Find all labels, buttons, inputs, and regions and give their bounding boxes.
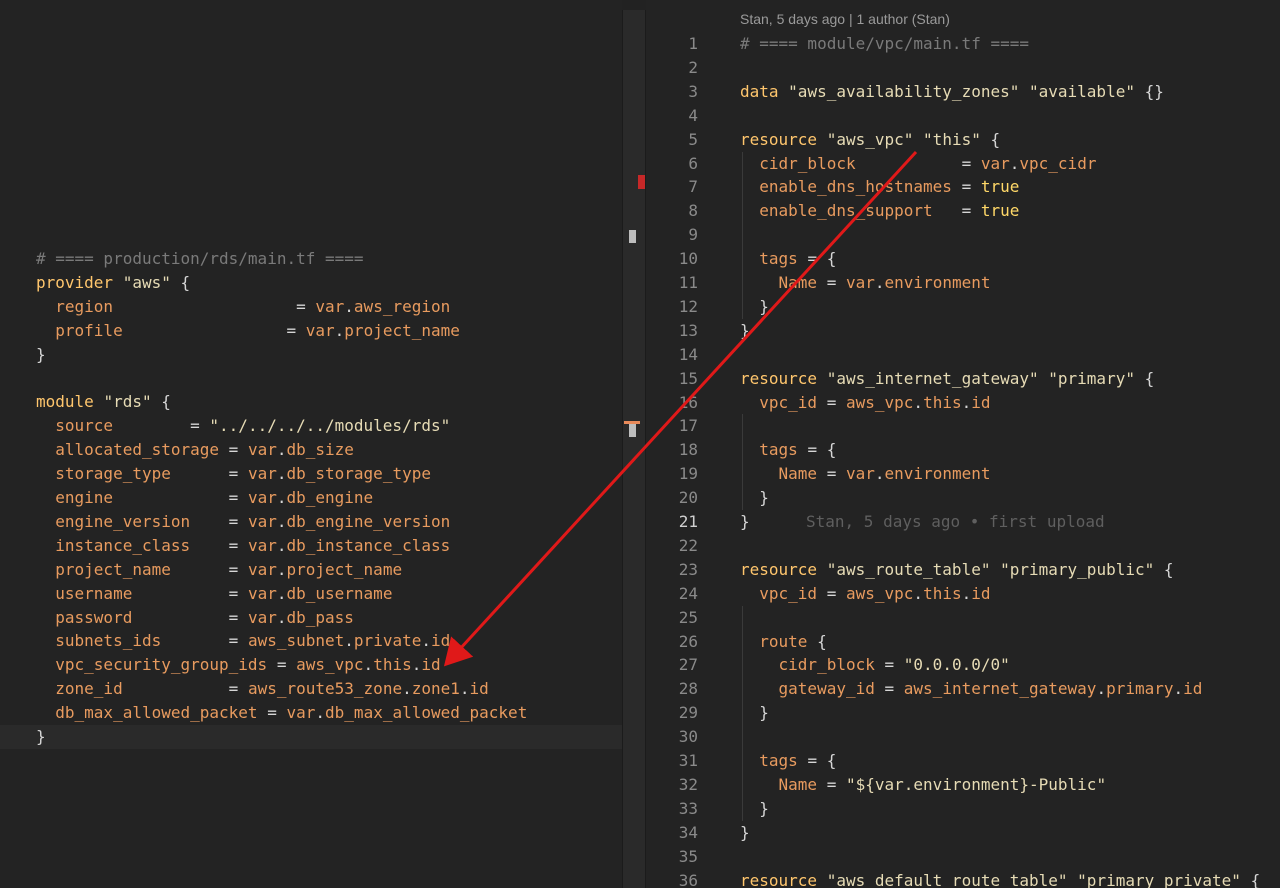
line-number: 11	[678, 273, 698, 292]
right-code-line[interactable]: Name = "${var.environment}-Public"	[740, 773, 1107, 797]
left-code-line[interactable]: project_name = var.project_name	[36, 558, 402, 582]
left-code-line[interactable]: allocated_storage = var.db_size	[36, 438, 354, 462]
line-number: 8	[688, 201, 698, 221]
line-number: 10	[678, 249, 698, 269]
left-code-line[interactable]: }	[36, 343, 46, 367]
right-code-line[interactable]: # ==== module/vpc/main.tf ====	[740, 32, 1029, 56]
indent-guide	[742, 605, 743, 821]
right-code-line[interactable]: route {	[740, 630, 826, 654]
line-number: 7	[688, 177, 698, 197]
right-code-line[interactable]: }	[740, 295, 769, 319]
indent-guide	[742, 414, 743, 510]
right-code-line[interactable]: vpc_id = aws_vpc.this.id	[740, 391, 990, 415]
left-code-line[interactable]: provider "aws" {	[36, 271, 190, 295]
right-code-line[interactable]: tags = {	[740, 438, 836, 462]
line-number: 22	[678, 535, 698, 555]
scroll-marker	[629, 230, 636, 243]
line-number: 15	[678, 368, 698, 388]
line-number: 19	[678, 464, 698, 484]
line-number: 4	[688, 105, 698, 125]
line-number: 3	[688, 81, 698, 101]
line-number: 20	[678, 488, 698, 508]
left-code-line[interactable]: engine_version = var.db_engine_version	[36, 510, 450, 534]
line-number: 6	[688, 153, 698, 173]
right-code-line[interactable]: tags = {	[740, 749, 836, 773]
right-code-line[interactable]: resource "aws_internet_gateway" "primary…	[740, 367, 1154, 391]
line-number: 36	[678, 870, 698, 888]
line-number: 30	[678, 727, 698, 747]
line-number: 32	[678, 774, 698, 794]
right-code-line[interactable]: enable_dns_hostnames = true	[740, 175, 1019, 199]
right-code-line[interactable]: }	[740, 701, 769, 725]
right-code-line[interactable]: Name = var.environment	[740, 462, 991, 486]
line-number: 29	[678, 703, 698, 723]
line-number: 1	[688, 34, 698, 53]
line-number: 14	[678, 344, 698, 364]
left-code-line[interactable]: profile = var.project_name	[36, 319, 460, 343]
left-code-line[interactable]: instance_class = var.db_instance_class	[36, 534, 450, 558]
right-code-line[interactable]: cidr_block = "0.0.0.0/0"	[740, 653, 1010, 677]
line-number: 28	[678, 679, 698, 699]
error-marker	[638, 175, 645, 189]
line-number: 2	[688, 57, 698, 77]
left-code-line[interactable]: subnets_ids = aws_subnet.private.id	[36, 629, 450, 653]
left-code-line[interactable]: region = var.aws_region	[36, 295, 450, 319]
line-number: 25	[678, 607, 698, 627]
line-number: 9	[688, 225, 698, 245]
current-line-highlight	[0, 725, 622, 749]
left-code-line[interactable]: module "rds" {	[36, 390, 171, 414]
right-code-line[interactable]: resource "aws_route_table" "primary_publ…	[740, 558, 1174, 582]
left-code-line[interactable]: }	[36, 725, 46, 749]
left-overview-ruler[interactable]	[622, 10, 646, 888]
right-code-line[interactable]: }	[740, 319, 750, 343]
right-code-line[interactable]: resource "aws_vpc" "this" {	[740, 128, 1000, 152]
inline-blame-annotation[interactable]: Stan, 5 days ago • first upload	[806, 510, 1105, 534]
right-code-line[interactable]: cidr_block = var.vpc_cidr	[740, 152, 1096, 176]
line-number: 18	[678, 440, 698, 460]
line-number: 16	[678, 392, 698, 412]
indent-guide	[742, 151, 743, 319]
line-number: 31	[678, 751, 698, 770]
line-number: 24	[678, 583, 698, 603]
left-code-line[interactable]: engine = var.db_engine	[36, 486, 373, 510]
left-code-line[interactable]: zone_id = aws_route53_zone.zone1.id	[36, 677, 489, 701]
left-code-line[interactable]: db_max_allowed_packet = var.db_max_allow…	[36, 701, 527, 725]
left-code-line[interactable]: username = var.db_username	[36, 582, 392, 606]
left-code-line[interactable]: storage_type = var.db_storage_type	[36, 462, 431, 486]
right-code-line[interactable]: vpc_id = aws_vpc.this.id	[740, 582, 990, 606]
line-number: 13	[678, 320, 698, 340]
left-editor-pane[interactable]: # ==== production/rds/main.tf ==== provid…	[0, 0, 622, 888]
right-code-line[interactable]: gateway_id = aws_internet_gateway.primar…	[740, 677, 1203, 701]
line-number: 12	[678, 296, 698, 316]
blame-header[interactable]: Stan, 5 days ago | 1 author (Stan)	[740, 11, 950, 27]
line-number: 35	[678, 846, 698, 866]
left-code-line[interactable]: source = "../../../../modules/rds"	[36, 414, 450, 438]
right-code-line[interactable]: }	[740, 821, 750, 845]
right-code-line[interactable]: tags = {	[740, 247, 836, 271]
left-code-line[interactable]: vpc_security_group_ids = aws_vpc.this.id	[36, 653, 440, 677]
scroll-marker-2	[629, 424, 636, 437]
right-code-line[interactable]: resource "aws_default_route_table" "prim…	[740, 869, 1260, 888]
right-code-line[interactable]: data "aws_availability_zones" "available…	[740, 80, 1164, 104]
right-code-line[interactable]: enable_dns_support = true	[740, 199, 1019, 223]
right-code-line[interactable]: Name = var.environment	[740, 271, 991, 295]
line-number: 17	[678, 416, 698, 436]
right-editor-pane[interactable]: Stan, 5 days ago | 1 author (Stan) 12345…	[646, 0, 1280, 888]
line-number: 21	[678, 512, 698, 531]
right-code-line[interactable]: }	[740, 510, 750, 534]
line-number: 5	[688, 129, 698, 149]
right-code-line[interactable]: }	[740, 486, 769, 510]
left-code-line[interactable]: password = var.db_pass	[36, 606, 354, 630]
left-code-line[interactable]: # ==== production/rds/main.tf ====	[36, 247, 364, 271]
line-number: 34	[678, 822, 698, 842]
line-number: 26	[678, 631, 698, 651]
warning-marker	[624, 421, 640, 424]
right-code-line[interactable]: }	[740, 797, 769, 821]
line-number: 27	[678, 655, 698, 675]
line-number: 23	[678, 559, 698, 579]
line-number: 33	[678, 798, 698, 818]
